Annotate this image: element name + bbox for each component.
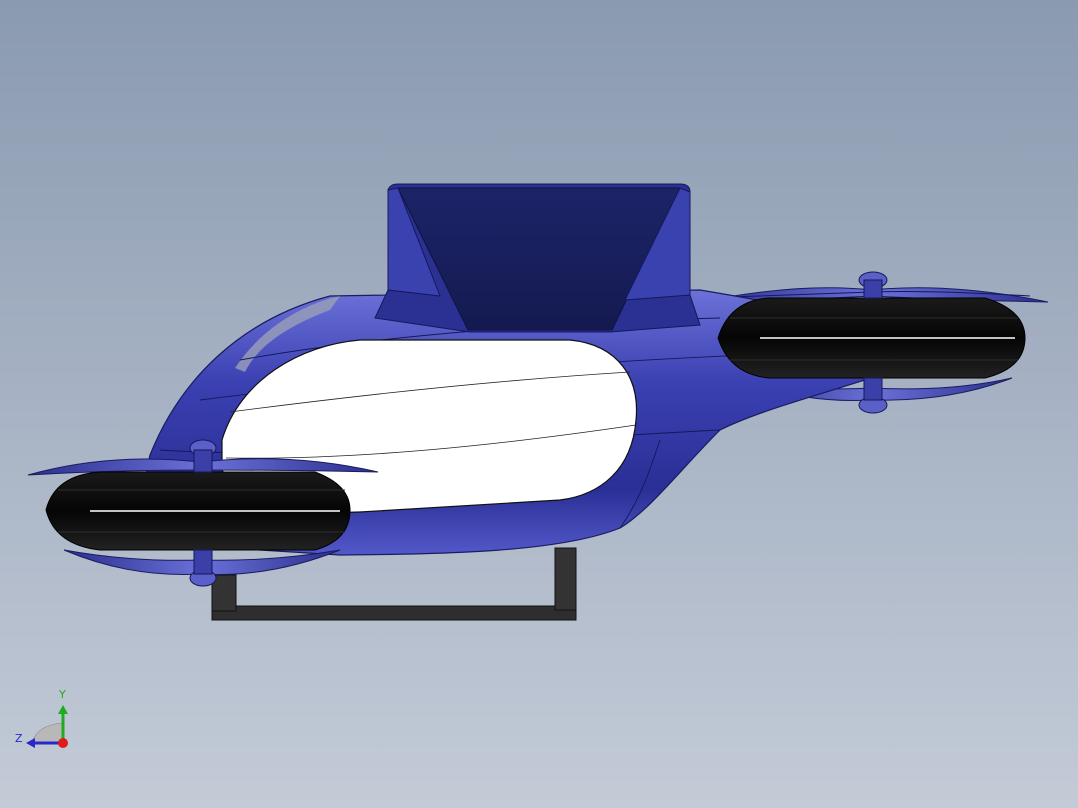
triad-z-label: Z — [15, 732, 23, 745]
model-render[interactable] — [0, 0, 1078, 808]
triad-plane-icon — [31, 722, 63, 743]
graphics-viewport[interactable]: Y Z — [0, 0, 1078, 808]
x-axis-point-icon — [58, 738, 68, 748]
triad-y-label: Y — [59, 688, 66, 701]
top-air-intake — [374, 183, 701, 333]
